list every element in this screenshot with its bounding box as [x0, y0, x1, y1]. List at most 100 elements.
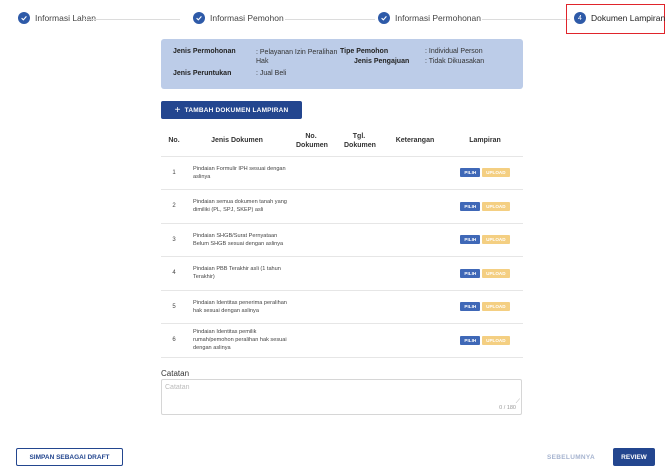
step-informasi-lahan[interactable]: Informasi Lahan — [18, 12, 96, 24]
row-lampiran: PILIH UPLOAD — [447, 290, 523, 324]
header-keterangan: Keterangan — [383, 126, 447, 157]
row-lampiran: PILIH UPLOAD — [447, 156, 523, 190]
header-tgl-dokumen: Tgl. Dokumen — [335, 126, 383, 157]
table-row: 2 Pindaian semua dokumen tanah yang dimi… — [161, 189, 523, 224]
step-number-icon: 4 — [574, 12, 586, 24]
step-connector — [285, 19, 375, 20]
add-document-button[interactable]: + TAMBAH DOKUMEN LAMPIRAN — [161, 101, 302, 119]
row-no-dokumen — [287, 189, 335, 224]
row-lampiran: PILIH UPLOAD — [447, 223, 523, 257]
save-draft-button[interactable]: SIMPAN SEBAGAI DRAFT — [16, 448, 123, 466]
row-tgl-dokumen — [335, 256, 383, 291]
row-keterangan — [383, 189, 447, 224]
row-lampiran: PILIH UPLOAD — [447, 189, 523, 224]
row-keterangan — [383, 290, 447, 324]
add-document-label: TAMBAH DOKUMEN LAMPIRAN — [184, 106, 289, 114]
tipe-pemohon-label: Tipe Pemohon — [340, 48, 389, 55]
char-counter: 0 / 180 — [499, 405, 516, 411]
table-row: 1 Pindaian Formulir IPH sesuai dengan as… — [161, 156, 523, 190]
upload-button[interactable]: UPLOAD — [482, 335, 510, 345]
row-no: 2 — [161, 189, 187, 224]
table-row: 3 Pindaian SHGB/Surat Pernyataan Belum S… — [161, 223, 523, 257]
check-circle-icon — [18, 12, 30, 24]
row-no: 3 — [161, 223, 187, 257]
row-no: 4 — [161, 256, 187, 291]
permohonan-info-panel: Jenis Permohonan : Pelayanan Izin Perali… — [161, 39, 523, 89]
row-jenis: Pindaian PBB Terakhir asli (1 tahun Tera… — [187, 256, 287, 291]
step-label: Dokumen Lampiran — [591, 13, 666, 23]
upload-button[interactable]: UPLOAD — [482, 302, 510, 312]
row-no-dokumen — [287, 290, 335, 324]
row-jenis: Pindaian Formulir IPH sesuai dengan asli… — [187, 156, 287, 190]
jenis-peruntukan-label: Jenis Peruntukan — [173, 70, 232, 77]
stepper: Informasi Lahan Informasi Pemohon Inform… — [0, 0, 666, 40]
header-no-dokumen: No. Dokumen — [287, 126, 335, 157]
row-no: 1 — [161, 156, 187, 190]
jenis-pengajuan-value: : Tidak Dikuasakan — [425, 58, 485, 65]
step-label: Informasi Lahan — [35, 13, 96, 23]
step-dokumen-lampiran[interactable]: 4 Dokumen Lampiran — [574, 12, 665, 24]
row-no-dokumen — [287, 256, 335, 291]
row-jenis: Pindaian SHGB/Surat Pernyataan Belum SHG… — [187, 223, 287, 257]
row-tgl-dokumen — [335, 223, 383, 257]
row-lampiran: PILIH UPLOAD — [447, 256, 523, 291]
row-no: 6 — [161, 323, 187, 358]
header-no-dokumen-text: No. Dokumen — [296, 132, 328, 149]
jenis-permohonan-label: Jenis Permohonan — [173, 48, 236, 55]
header-lampiran: Lampiran — [447, 126, 523, 157]
step-label: Informasi Permohonan — [395, 13, 481, 23]
catatan-textarea[interactable]: Catatan ⟋ 0 / 180 — [161, 379, 522, 415]
table-header-row: No. Jenis Dokumen No. Dokumen Tgl. Dokum… — [161, 126, 523, 157]
previous-button[interactable]: SEBELUMNYA — [540, 448, 602, 466]
check-circle-icon — [378, 12, 390, 24]
row-no: 5 — [161, 290, 187, 324]
step-connector — [482, 19, 570, 20]
row-lampiran: PILIH UPLOAD — [447, 323, 523, 358]
row-jenis: Pindaian semua dokumen tanah yang dimili… — [187, 189, 287, 224]
row-jenis: Pindaian Identitas penerima peralihan ha… — [187, 290, 287, 324]
upload-button[interactable]: UPLOAD — [482, 268, 510, 278]
document-table: No. Jenis Dokumen No. Dokumen Tgl. Dokum… — [161, 126, 523, 358]
table-row: 4 Pindaian PBB Terakhir asli (1 tahun Te… — [161, 256, 523, 291]
plus-icon: + — [174, 104, 181, 116]
catatan-placeholder: Catatan — [165, 384, 190, 391]
row-tgl-dokumen — [335, 290, 383, 324]
pilih-button[interactable]: PILIH — [460, 168, 481, 178]
row-jenis: Pindaian Identitas pemilik rumah/pemohon… — [187, 323, 287, 358]
check-circle-icon — [193, 12, 205, 24]
jenis-permohonan-value: : Pelayanan Izin Peralihan Hak — [256, 49, 338, 65]
pilih-button[interactable]: PILIH — [460, 302, 481, 312]
row-tgl-dokumen — [335, 156, 383, 190]
resize-handle-icon[interactable]: ⟋ — [516, 399, 520, 406]
jenis-pengajuan-label: Jenis Pengajuan — [354, 58, 410, 65]
upload-button[interactable]: UPLOAD — [482, 235, 510, 245]
header-jenis-dokumen: Jenis Dokumen — [187, 126, 287, 157]
row-keterangan — [383, 223, 447, 257]
row-tgl-dokumen — [335, 323, 383, 358]
step-informasi-permohonan[interactable]: Informasi Permohonan — [378, 12, 481, 24]
pilih-button[interactable]: PILIH — [460, 268, 481, 278]
row-no-dokumen — [287, 323, 335, 358]
step-informasi-pemohon[interactable]: Informasi Pemohon — [193, 12, 284, 24]
catatan-label: Catatan — [161, 369, 190, 378]
row-no-dokumen — [287, 223, 335, 257]
header-tgl-dokumen-text: Tgl. Dokumen — [344, 132, 376, 149]
table-row: 5 Pindaian Identitas penerima peralihan … — [161, 290, 523, 324]
table-row: 6 Pindaian Identitas pemilik rumah/pemoh… — [161, 323, 523, 358]
row-keterangan — [383, 323, 447, 358]
upload-button[interactable]: UPLOAD — [482, 201, 510, 211]
upload-button[interactable]: UPLOAD — [482, 168, 510, 178]
row-no-dokumen — [287, 156, 335, 190]
step-label: Informasi Pemohon — [210, 13, 284, 23]
row-tgl-dokumen — [335, 189, 383, 224]
step-connector — [84, 19, 180, 20]
tipe-pemohon-value: : Individual Person — [425, 48, 483, 55]
pilih-button[interactable]: PILIH — [460, 201, 481, 211]
jenis-peruntukan-value: : Jual Beli — [256, 70, 287, 77]
header-no: No. — [161, 126, 187, 157]
row-keterangan — [383, 256, 447, 291]
pilih-button[interactable]: PILIH — [460, 335, 481, 345]
review-button[interactable]: REVIEW — [613, 448, 655, 466]
pilih-button[interactable]: PILIH — [460, 235, 481, 245]
row-keterangan — [383, 156, 447, 190]
